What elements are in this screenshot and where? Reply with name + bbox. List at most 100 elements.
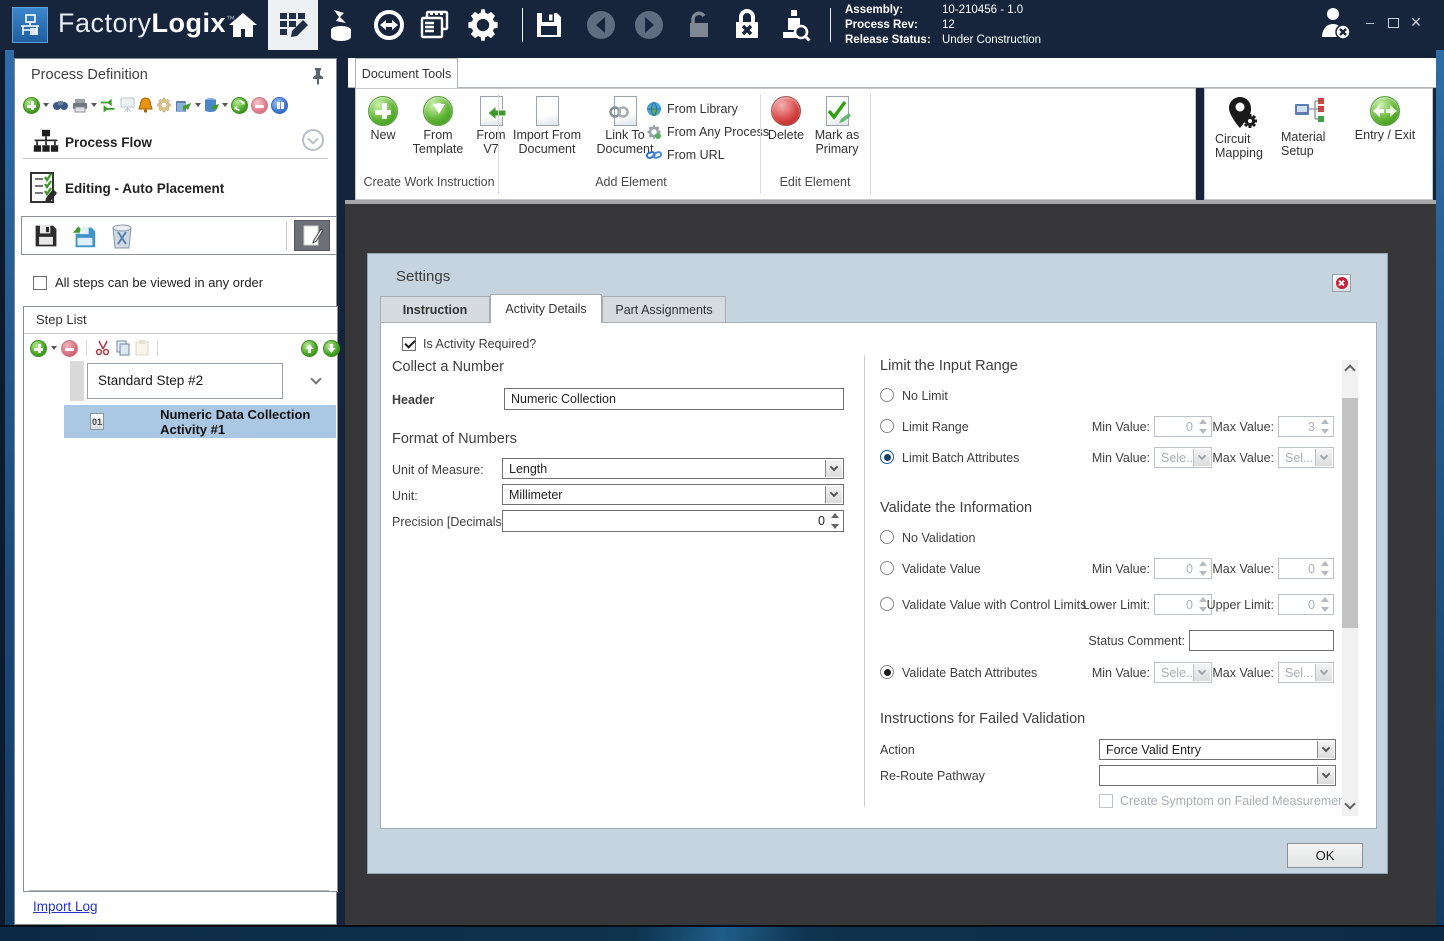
- lock-icon[interactable]: [728, 8, 766, 42]
- archive-icon[interactable]: [204, 97, 219, 113]
- from-template-button[interactable]: From Template: [406, 96, 470, 156]
- step-selector-combo[interactable]: Standard Step #2: [87, 363, 283, 399]
- edit-mode-toggle-icon[interactable]: [294, 220, 330, 251]
- add-step-icon[interactable]: [30, 340, 47, 357]
- dialog-close-button[interactable]: [1332, 274, 1351, 292]
- import-document-icon[interactable]: [66, 220, 102, 251]
- header-input[interactable]: Numeric Collection: [504, 388, 844, 410]
- vb-max-chevron-icon[interactable]: [1315, 664, 1332, 681]
- refresh-icon[interactable]: [231, 97, 248, 114]
- reports-icon[interactable]: [416, 8, 454, 42]
- delete-document-icon[interactable]: [104, 220, 140, 251]
- paste-icon[interactable]: [135, 340, 149, 356]
- validate-batch-attributes-radio[interactable]: [880, 665, 894, 679]
- minimize-button[interactable]: –: [1360, 12, 1380, 32]
- action-chevron-icon[interactable]: [1317, 741, 1334, 758]
- import-log-link[interactable]: Import Log: [33, 899, 98, 914]
- redo-icon[interactable]: [630, 8, 668, 42]
- scroll-up-icon[interactable]: [1344, 364, 1355, 375]
- home-icon[interactable]: [224, 8, 262, 42]
- save-document-icon[interactable]: [28, 220, 64, 251]
- user-logout-icon[interactable]: [1316, 6, 1354, 40]
- from-library-button[interactable]: From Library: [646, 99, 769, 118]
- move-up-icon[interactable]: [301, 340, 318, 357]
- whiteboard-icon[interactable]: [120, 97, 135, 113]
- import-from-document-button[interactable]: Import From Document: [506, 96, 588, 156]
- unlock-icon[interactable]: [680, 8, 718, 42]
- undo-icon[interactable]: [582, 8, 620, 42]
- material-setup-button[interactable]: Material Setup: [1281, 96, 1343, 158]
- tab-document-tools[interactable]: Document Tools: [355, 58, 458, 88]
- validate-control-limits-radio[interactable]: [880, 597, 894, 611]
- new-button[interactable]: New: [362, 96, 404, 143]
- scroll-down-icon[interactable]: [1344, 798, 1355, 809]
- delete-element-button[interactable]: Delete: [764, 96, 808, 143]
- delete-icon: [771, 96, 801, 126]
- ok-button[interactable]: OK: [1287, 843, 1363, 868]
- lb-max-select[interactable]: Sel...: [1278, 447, 1334, 468]
- tab-part-assignments[interactable]: Part Assignments: [602, 296, 726, 323]
- circuit-mapping-button[interactable]: Circuit Mapping: [1215, 96, 1277, 160]
- settings-gear-icon[interactable]: [464, 8, 502, 42]
- mark-as-primary-button[interactable]: Mark as Primary: [808, 96, 866, 156]
- close-button[interactable]: ✕: [1406, 12, 1426, 32]
- lb-min-select[interactable]: Sele...: [1154, 447, 1212, 468]
- move-down-icon[interactable]: [323, 340, 340, 357]
- add-icon[interactable]: [23, 97, 40, 114]
- audit-search-icon[interactable]: [776, 8, 814, 42]
- action-select[interactable]: Force Valid Entry: [1099, 739, 1336, 760]
- cut-icon[interactable]: [95, 340, 111, 356]
- scrollbar[interactable]: [1342, 360, 1358, 816]
- shuffle-icon[interactable]: [100, 98, 117, 113]
- export-folder-icon[interactable]: [175, 98, 192, 113]
- remove-step-icon[interactable]: [61, 340, 78, 357]
- is-activity-required-checkbox[interactable]: [402, 337, 416, 351]
- production-icon[interactable]: [322, 8, 360, 42]
- add-step-dropdown-icon[interactable]: [51, 346, 57, 350]
- remove-icon[interactable]: [251, 97, 268, 114]
- limit-range-radio[interactable]: [880, 419, 894, 433]
- reroute-pathway-select[interactable]: [1099, 765, 1336, 786]
- gear-icon[interactable]: [156, 97, 172, 113]
- precision-spinner[interactable]: 0: [502, 510, 844, 532]
- step-combo-chevron-icon[interactable]: [310, 373, 321, 384]
- tab-instruction[interactable]: Instruction: [380, 296, 490, 323]
- unit-of-measure-select[interactable]: Length: [502, 458, 844, 479]
- uom-chevron-icon[interactable]: [825, 460, 842, 477]
- pin-icon[interactable]: [310, 67, 326, 85]
- from-url-button[interactable]: From URL: [646, 145, 769, 164]
- entry-exit-button[interactable]: Entry / Exit: [1345, 96, 1425, 143]
- copy-icon[interactable]: [115, 340, 131, 356]
- reroute-chevron-icon[interactable]: [1317, 767, 1334, 784]
- add-dropdown-icon[interactable]: [43, 103, 49, 107]
- lb-max-chevron-icon[interactable]: [1315, 449, 1332, 466]
- bell-icon[interactable]: [138, 97, 153, 113]
- process-definition-icon[interactable]: [268, 0, 318, 50]
- transfer-icon[interactable]: [370, 8, 408, 42]
- process-flow-label[interactable]: Process Flow: [65, 135, 152, 150]
- no-limit-radio[interactable]: [880, 388, 894, 402]
- pause-icon[interactable]: [271, 97, 288, 114]
- collapse-panel-icon[interactable]: [302, 129, 324, 151]
- find-icon[interactable]: [52, 98, 69, 112]
- limit-batch-attributes-radio[interactable]: [880, 450, 894, 464]
- tab-activity-details[interactable]: Activity Details: [490, 294, 602, 323]
- unit-select[interactable]: Millimeter: [502, 484, 844, 505]
- from-any-process-button[interactable]: From Any Process: [646, 122, 769, 141]
- validate-value-radio[interactable]: [880, 561, 894, 575]
- activity-list-item[interactable]: 01 Numeric Data Collection Activity #1: [64, 405, 336, 438]
- print-icon[interactable]: [72, 98, 88, 113]
- vb-max-select[interactable]: Sel...: [1278, 662, 1334, 683]
- vb-min-select[interactable]: Sele...: [1154, 662, 1212, 683]
- no-validation-radio[interactable]: [880, 530, 894, 544]
- status-comment-input[interactable]: [1189, 630, 1334, 651]
- unit-chevron-icon[interactable]: [825, 486, 842, 503]
- maximize-button[interactable]: [1388, 18, 1399, 28]
- link-to-document-icon: [614, 96, 637, 126]
- export-dropdown-icon[interactable]: [195, 103, 201, 107]
- print-dropdown-icon[interactable]: [91, 103, 97, 107]
- scrollbar-thumb[interactable]: [1342, 398, 1358, 628]
- archive-dropdown-icon[interactable]: [222, 103, 228, 107]
- save-icon[interactable]: [530, 8, 568, 42]
- all-steps-checkbox[interactable]: [33, 276, 47, 290]
